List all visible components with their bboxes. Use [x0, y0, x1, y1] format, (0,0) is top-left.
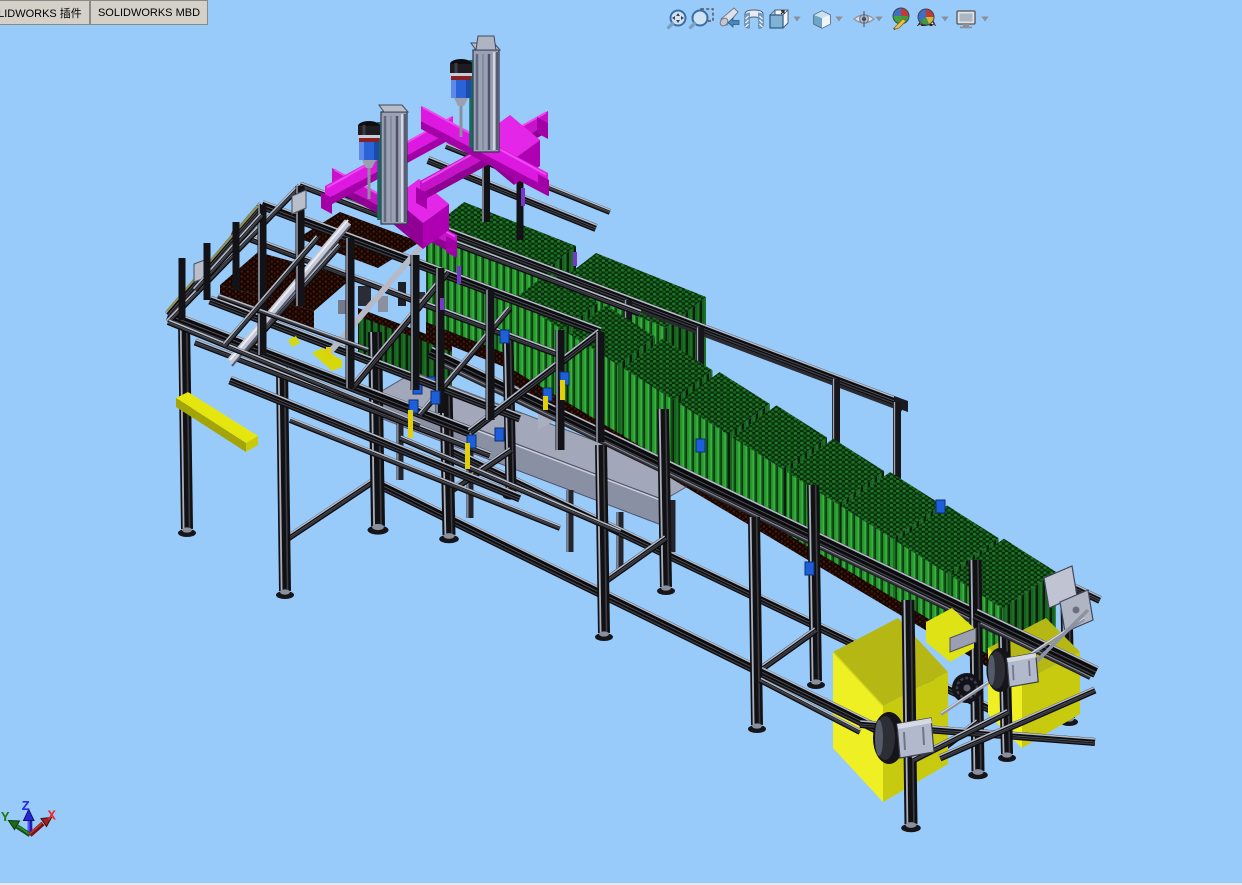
- svg-text:X: X: [48, 809, 57, 825]
- svg-text:Z: Z: [22, 799, 30, 815]
- svg-text:Y: Y: [1, 810, 10, 826]
